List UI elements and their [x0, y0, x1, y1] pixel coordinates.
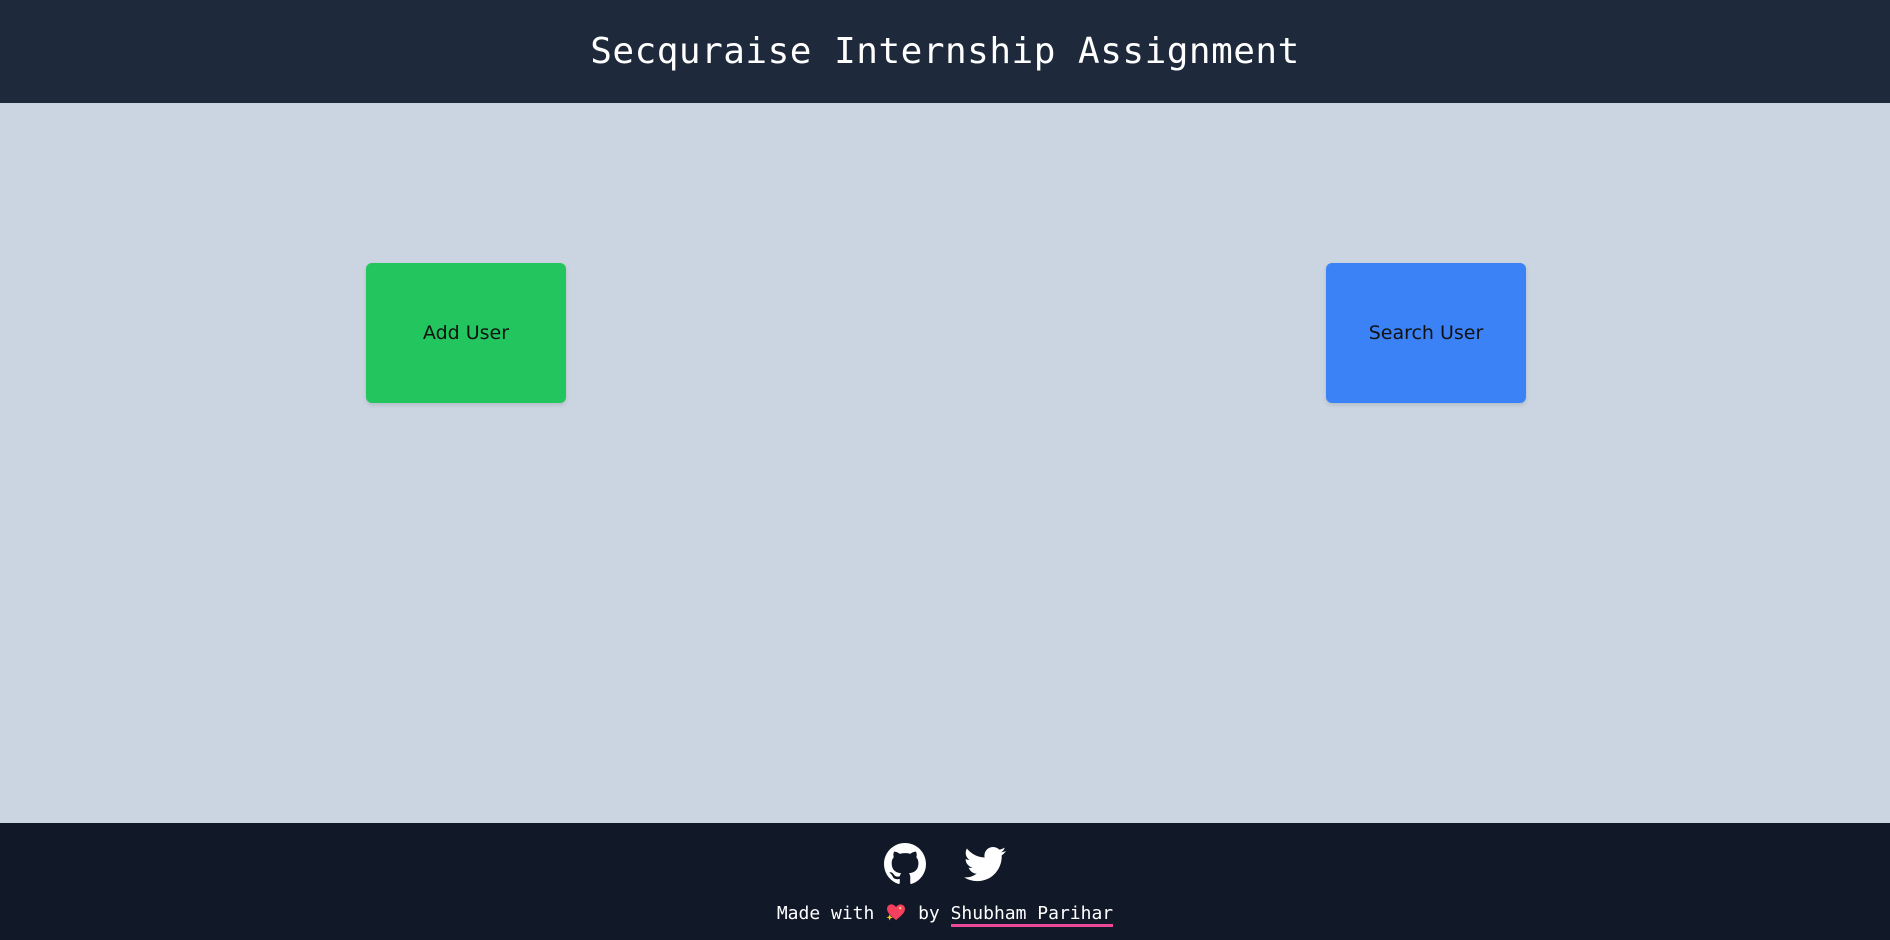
sparkling-heart-icon	[885, 903, 907, 921]
add-user-button[interactable]: Add User	[366, 263, 566, 403]
app-header: Secquraise Internship Assignment	[0, 0, 1890, 103]
author-link[interactable]: Shubham Parihar	[950, 903, 1114, 927]
twitter-icon	[964, 843, 1006, 885]
github-icon	[884, 843, 926, 885]
footer-credit: Made with by Shubham Parihar	[0, 903, 1890, 927]
made-with-text: Made with	[776, 903, 875, 924]
social-links	[0, 843, 1890, 885]
search-user-button[interactable]: Search User	[1326, 263, 1526, 403]
github-link[interactable]	[884, 843, 926, 885]
twitter-link[interactable]	[964, 843, 1006, 885]
main-content: Add User Search User	[0, 103, 1890, 823]
by-text: by	[918, 903, 940, 924]
page-title: Secquraise Internship Assignment	[590, 31, 1300, 72]
app-footer: Made with by Shubham Parihar	[0, 823, 1890, 940]
